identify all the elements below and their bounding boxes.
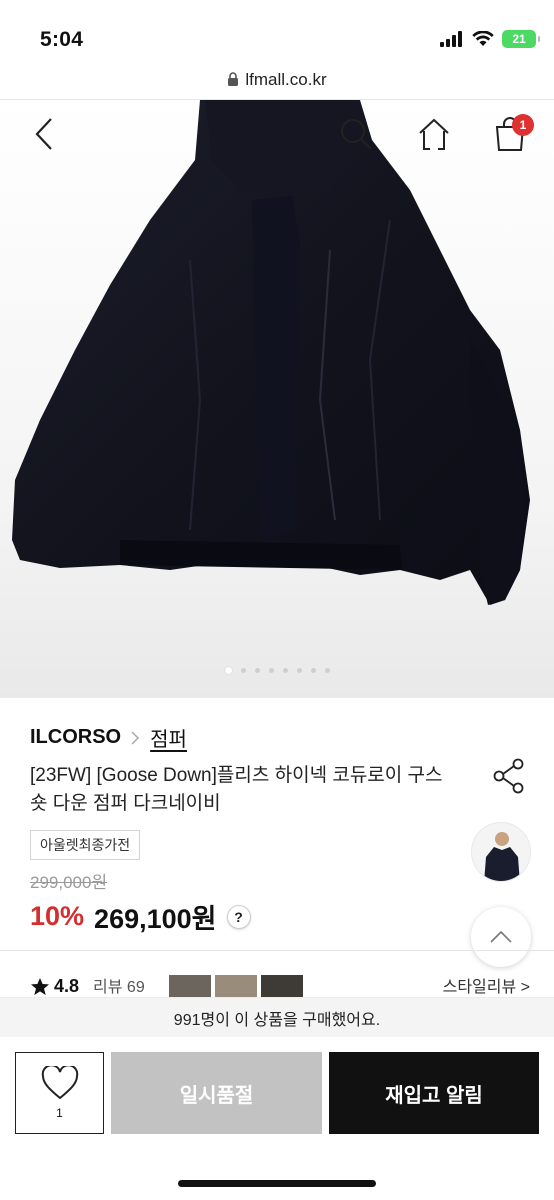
lock-icon: [228, 72, 239, 86]
divider: [0, 950, 554, 951]
carousel-dot[interactable]: [310, 668, 316, 673]
wifi-icon: [472, 31, 494, 46]
signal-icon: [440, 31, 462, 47]
heart-icon: [41, 1066, 78, 1100]
price-tag-badge: 아울렛최종가전: [30, 830, 141, 860]
review-count: 리뷰 69: [93, 979, 145, 996]
carousel-dot[interactable]: [268, 668, 274, 673]
category-link[interactable]: 점퍼: [150, 723, 187, 752]
price-row: 10% 269,100원 ?: [30, 897, 251, 936]
carousel-indicator: [0, 667, 554, 674]
scroll-top-button[interactable]: [471, 907, 531, 967]
star-icon: [31, 978, 49, 995]
chevron-left-icon: [35, 118, 52, 150]
price-help-button[interactable]: ?: [226, 904, 251, 929]
search-button[interactable]: [336, 114, 376, 154]
status-bar: 5:04 21: [0, 0, 554, 60]
home-button[interactable]: [414, 114, 454, 154]
breadcrumb: ILCORSO 점퍼: [30, 723, 187, 752]
cart-count-badge: 1: [512, 114, 534, 136]
sale-price: 269,100원: [94, 904, 217, 934]
product-image-carousel[interactable]: 1: [0, 100, 554, 698]
bottom-action-bar: 1 일시품절 재입고 알림: [0, 1037, 554, 1200]
review-photo[interactable]: [168, 975, 211, 997]
battery-indicator: 21: [502, 30, 540, 48]
home-icon: [419, 118, 449, 150]
model-image: [484, 832, 520, 881]
discount-rate: 10%: [30, 901, 85, 931]
home-indicator: [178, 1180, 376, 1187]
wishlist-count: 1: [56, 1106, 63, 1120]
carousel-dot[interactable]: [324, 668, 330, 673]
carousel-dot[interactable]: [240, 668, 246, 673]
status-icons: 21: [440, 30, 540, 48]
wishlist-button[interactable]: 1: [15, 1052, 104, 1134]
carousel-dot[interactable]: [224, 667, 232, 674]
brand-link[interactable]: ILCORSO: [30, 726, 121, 749]
original-price: 299,000원: [30, 873, 108, 892]
carousel-dot[interactable]: [296, 668, 302, 673]
search-icon: [341, 119, 372, 150]
address-bar[interactable]: lfmall.co.kr: [0, 60, 554, 100]
purchase-count-notice: 991명이 이 상품을 구매했어요.: [0, 997, 554, 1037]
carousel-dot[interactable]: [282, 668, 288, 673]
status-time: 5:04: [40, 28, 84, 51]
back-button[interactable]: [26, 116, 62, 152]
chevron-up-icon: [490, 931, 512, 943]
rating-value: 4.8: [54, 976, 80, 996]
sold-out-button[interactable]: 일시품절: [111, 1052, 322, 1134]
restock-alert-button[interactable]: 재입고 알림: [329, 1052, 539, 1134]
carousel-dot[interactable]: [254, 668, 260, 673]
chevron-right-icon: [131, 730, 140, 745]
share-button[interactable]: [492, 758, 526, 799]
product-title: [23FW] [Goose Down]플리츠 하이넥 코듀로이 구스 숏 다운 …: [30, 765, 443, 814]
product-image: [12, 100, 530, 605]
share-icon: [493, 758, 524, 794]
style-review-link[interactable]: 스타일리뷰 >: [443, 975, 530, 997]
review-summary[interactable]: 4.8 리뷰 69 스타일리뷰 >: [30, 975, 530, 997]
review-photo[interactable]: [260, 975, 303, 997]
review-photo[interactable]: [214, 975, 257, 997]
model-thumbnail[interactable]: [471, 822, 531, 882]
url-text: lfmall.co.kr: [245, 69, 327, 89]
